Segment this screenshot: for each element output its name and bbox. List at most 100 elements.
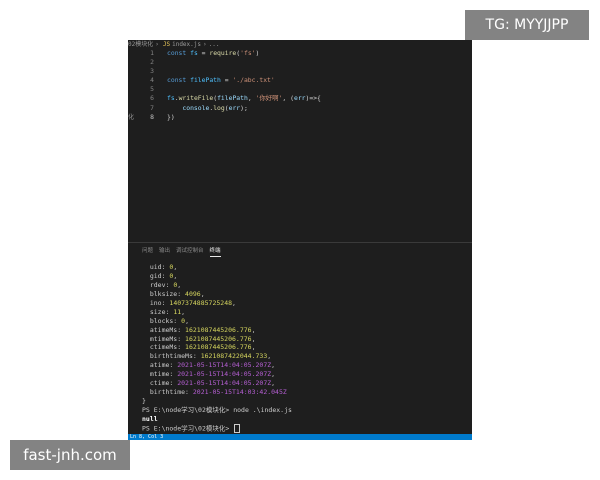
code-token: }): [167, 112, 175, 121]
code-text: const fs = require('fs'): [167, 49, 259, 58]
code-token: )=>{: [305, 94, 321, 103]
terminal-token: ,: [173, 263, 178, 271]
code-token: err: [228, 103, 241, 112]
panel-tab[interactable]: 问题: [142, 246, 153, 256]
terminal-token: blocks:: [142, 316, 182, 325]
line-number: 5: [150, 85, 154, 94]
code-token: fs: [190, 49, 198, 57]
code-line[interactable]: 2: [128, 58, 472, 67]
code-token: log: [213, 103, 225, 112]
terminal-token: ,: [271, 370, 276, 379]
terminal-line: PS E:\node学习\02模块化> node .\index.js: [142, 406, 468, 415]
terminal-line: uid: 0,: [142, 263, 468, 272]
terminal-line: atime: 2021-05-15T14:04:05.207Z,: [142, 361, 468, 370]
terminal-token: PS E:\node学习\02模块化>: [142, 424, 234, 433]
panel-tab[interactable]: 输出: [159, 246, 170, 256]
code-token: =: [220, 76, 233, 85]
line-number: 3: [150, 67, 154, 76]
code-token: err: [293, 94, 306, 103]
terminal-line: gid: 0,: [142, 272, 468, 281]
terminal-token: ,: [251, 334, 256, 343]
terminal-line: ctime: 2021-05-15T14:04:05.207Z,: [142, 379, 468, 388]
code-token: );: [240, 103, 248, 112]
watermark-site: fast-jnh.com: [10, 440, 130, 470]
line-number: 2: [150, 58, 154, 67]
terminal-line: size: 11,: [142, 308, 468, 317]
terminal-token: ,: [232, 298, 236, 307]
code-editor[interactable]: 1 const fs = require('fs') 2 3 4 const filePa…: [128, 49, 472, 245]
terminal-token: 2021-05-15T14:04:05.207Z: [177, 370, 272, 379]
panel-tab[interactable]: 终端: [209, 246, 221, 257]
line-number: 8: [150, 112, 154, 121]
terminal-token: blksize:: [142, 289, 186, 298]
code-token: writeFile: [178, 94, 214, 103]
terminal-token: size:: [142, 307, 174, 316]
code-token: console: [167, 103, 210, 112]
terminal-token: rdev:: [142, 280, 174, 289]
watermark-tg: TG: MYYJJPP: [465, 10, 589, 40]
code-token: filePath: [217, 94, 248, 103]
panel-tab[interactable]: 调试控制台: [176, 246, 204, 256]
terminal-token: 2021-05-15T14:04:05.207Z: [177, 361, 272, 370]
code-token: filePath: [190, 76, 221, 85]
breadcrumb-symbol[interactable]: ...: [209, 41, 220, 48]
code-text: }): [167, 113, 175, 122]
code-token: =: [197, 49, 210, 57]
terminal-line: birthtimeMs: 1621087422044.733,: [142, 352, 468, 361]
bottom-panel: 问题 输出 调试控制台 终端 uid: 0, gid: 0, rdev: 0, blk…: [128, 242, 472, 440]
status-bar: Ln 8, Col 3: [128, 434, 472, 440]
terminal-line: mtime: 2021-05-15T14:04:05.207Z,: [142, 370, 468, 379]
terminal-line: atimeMs: 1621087445206.776,: [142, 326, 468, 335]
code-text: fs.writeFile(filePath, '你好啊', (err)=>{: [167, 94, 321, 103]
breadcrumb-file[interactable]: index.js: [172, 41, 201, 48]
terminal-token: null: [142, 414, 158, 423]
panel-tabs: 问题 输出 调试控制台 终端: [142, 246, 227, 257]
terminal-token: 1621087445206.776: [185, 334, 252, 343]
vscode-window: 02模块化 › JS index.js ›... 化 1 const fs = requi…: [128, 40, 472, 440]
code-token: , (: [282, 94, 294, 103]
terminal-token: 2021-05-15T14:04:05.207Z: [177, 379, 272, 388]
terminal-line: ctimeMs: 1621087445206.776,: [142, 343, 468, 352]
code-text: console.log(err);: [167, 103, 248, 113]
code-token: const: [167, 49, 191, 57]
terminal-cursor: [234, 423, 241, 433]
code-token: ,: [247, 94, 256, 103]
terminal-token: 2021-05-15T14:03:42.045Z: [192, 388, 287, 397]
code-token: '你好啊': [255, 94, 283, 103]
terminal-token: mtime:: [142, 370, 178, 379]
terminal-token: 1621087445206.776: [185, 343, 252, 352]
code-line[interactable]: 8}): [128, 113, 472, 122]
code-token: './abc.txt': [232, 76, 275, 85]
terminal-token: ,: [181, 307, 186, 316]
terminal-token: 1621087422044.733: [200, 352, 268, 361]
terminal-line: birthtime: 2021-05-15T14:03:42.045Z: [142, 388, 468, 397]
terminal-token: ,: [271, 379, 276, 388]
terminal-token: ,: [173, 271, 178, 280]
code-token: require: [209, 49, 237, 57]
terminal-token: ,: [251, 343, 256, 352]
terminal-token: ,: [177, 280, 182, 289]
line-number: 1: [150, 49, 154, 57]
terminal-line: blksize: 4096,: [142, 290, 468, 299]
terminal[interactable]: uid: 0, gid: 0, rdev: 0, blksize: 4096, …: [142, 263, 468, 433]
code-line[interactable]: 4 const filePath = './abc.txt': [128, 76, 472, 85]
code-token: ): [255, 49, 260, 57]
terminal-line: mtimeMs: 1621087445206.776,: [142, 335, 468, 344]
code-line[interactable]: 6 fs.writeFile(filePath, '你好啊', (err)=>{: [128, 94, 472, 103]
terminal-token: uid:: [142, 263, 170, 271]
line-number: 4: [150, 76, 154, 85]
terminal-token: 11: [173, 307, 182, 316]
breadcrumb: 02模块化 › JS index.js ›...: [128, 40, 472, 49]
code-line[interactable]: 3: [128, 67, 472, 76]
terminal-token: }: [142, 397, 146, 406]
breadcrumb-folder[interactable]: 02模块化: [128, 41, 153, 48]
terminal-line: blocks: 0,: [142, 317, 468, 326]
code-line[interactable]: 7 console.log(err);: [128, 104, 472, 113]
code-line[interactable]: 1 const fs = require('fs'): [128, 49, 472, 58]
terminal-token: ino:: [142, 298, 170, 307]
terminal-token: 1621087445206.776: [185, 325, 252, 334]
terminal-token: mtimeMs:: [142, 334, 186, 343]
code-text: const filePath = './abc.txt': [167, 76, 275, 85]
terminal-token: 4096: [185, 289, 201, 298]
terminal-token: ,: [271, 361, 276, 370]
